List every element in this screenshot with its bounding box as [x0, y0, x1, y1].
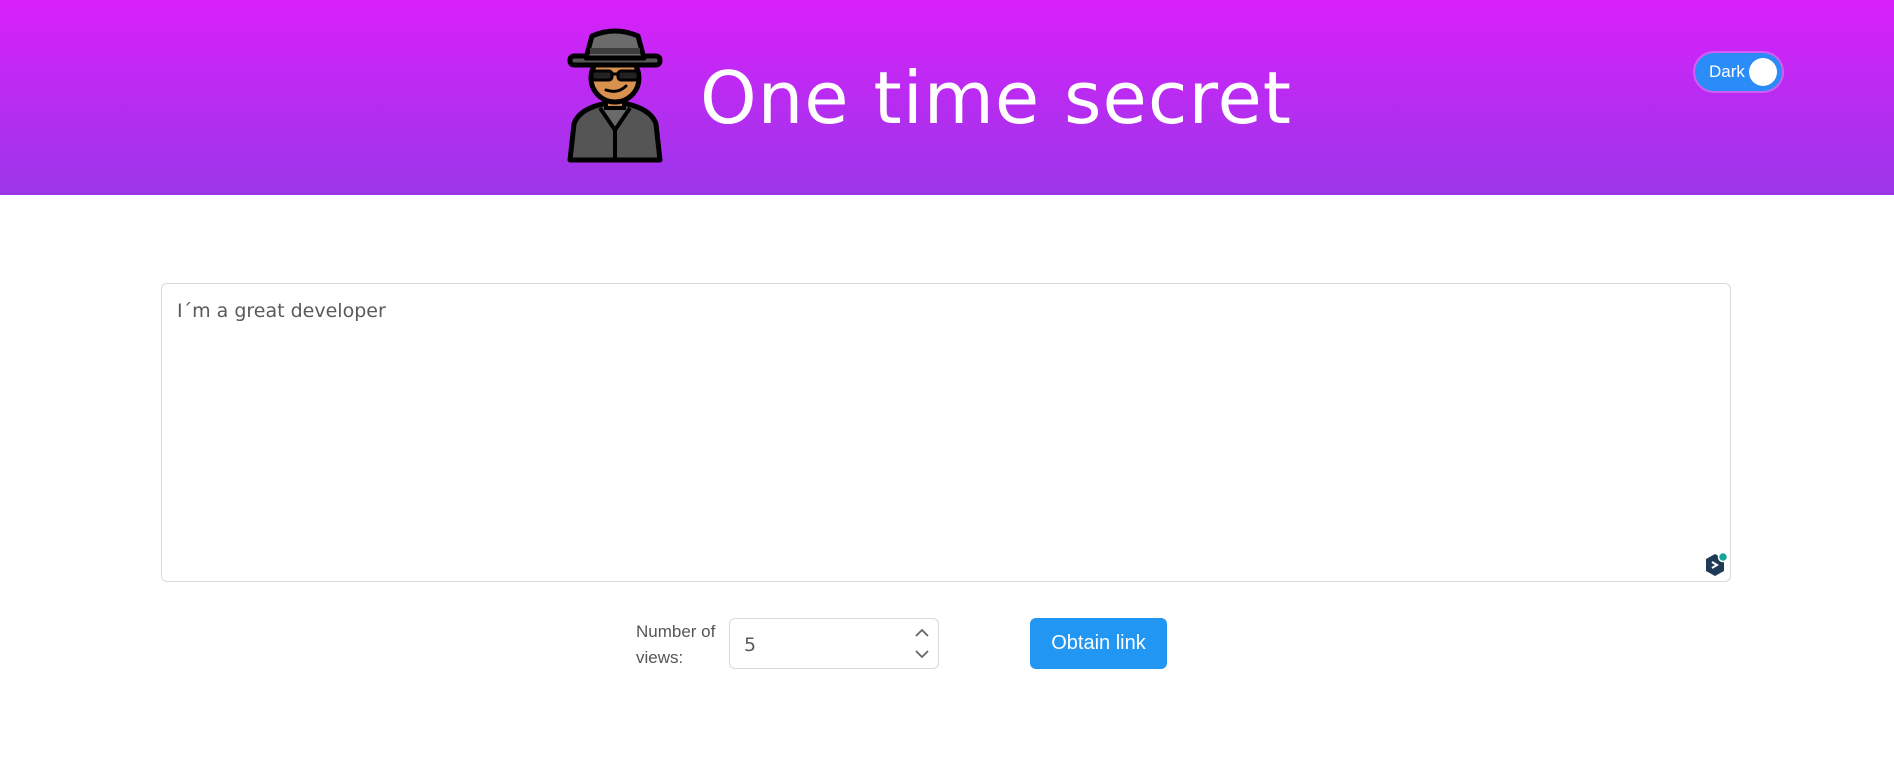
- brand: One time secret: [560, 28, 1292, 168]
- page-header: One time secret Dark: [0, 0, 1894, 195]
- secret-textarea[interactable]: I´m a great developer: [161, 283, 1731, 582]
- spy-agent-icon: [567, 28, 663, 163]
- dark-mode-label: Dark: [1709, 62, 1745, 81]
- views-value[interactable]: 5: [744, 634, 756, 656]
- dark-mode-toggle[interactable]: Dark: [1695, 53, 1782, 91]
- toggle-knob: [1749, 58, 1777, 86]
- views-number-input[interactable]: 5: [729, 618, 939, 669]
- grammar-assistant-icon[interactable]: [1703, 552, 1727, 578]
- chevron-up-icon[interactable]: [912, 623, 932, 643]
- obtain-link-button[interactable]: Obtain link: [1030, 618, 1167, 669]
- views-label: Number of views:: [636, 622, 716, 667]
- app-title: One time secret: [700, 56, 1292, 140]
- chevron-down-icon[interactable]: [912, 644, 932, 664]
